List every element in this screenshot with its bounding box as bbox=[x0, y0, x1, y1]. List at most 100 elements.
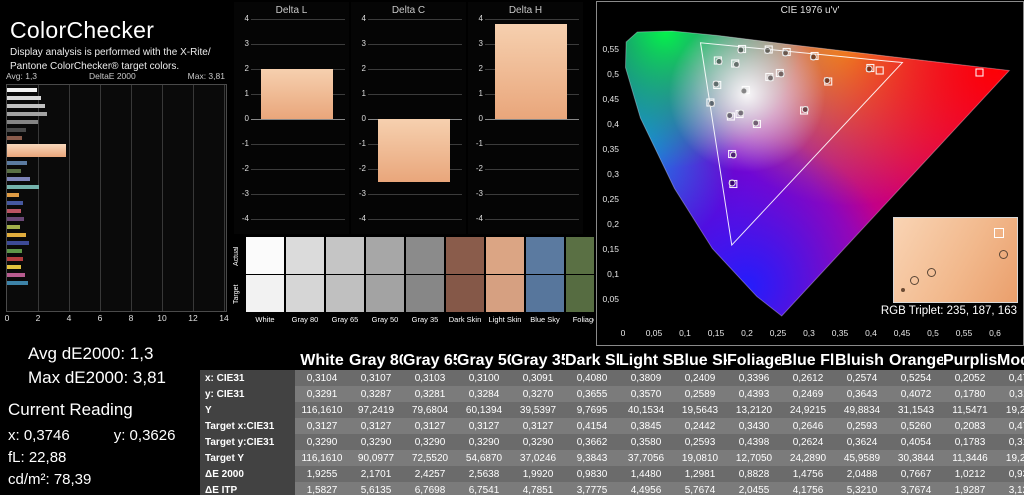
patch-actual-swatch bbox=[446, 237, 484, 274]
actual-row-label: Actual bbox=[233, 239, 245, 274]
deltae-max-label: Max: 3,81 bbox=[188, 71, 225, 81]
fl-readout: fL: 22,88 bbox=[8, 449, 66, 466]
table-cell: 0,3662 bbox=[565, 434, 619, 450]
column-header: Blue Flower bbox=[781, 352, 835, 370]
y-tick-label: -1 bbox=[469, 139, 483, 148]
patch-columns: WhiteGray 80Gray 65Gray 50Gray 35Dark Sk… bbox=[246, 237, 594, 330]
table-cell: 0,2052 bbox=[943, 370, 997, 386]
table-cell: 45,9589 bbox=[835, 450, 889, 466]
svg-text:0,2: 0,2 bbox=[607, 219, 619, 229]
table-cell: 0,4393 bbox=[727, 386, 781, 402]
deltae-bar-gray-80 bbox=[7, 96, 41, 100]
table-cell: 0,3291 bbox=[295, 386, 349, 402]
table-cell: 0,3643 bbox=[835, 386, 889, 402]
y-tick-label: 1 bbox=[235, 89, 249, 98]
column-header bbox=[200, 352, 295, 370]
patch-gray-80[interactable]: Gray 80 bbox=[286, 237, 324, 330]
delta-h-plot: 43210-1-2-3-4 bbox=[485, 19, 579, 220]
swatch-strip: Actual Target WhiteGray 80Gray 65Gray 50… bbox=[233, 237, 594, 330]
table-cell: 24,9215 bbox=[781, 402, 835, 418]
table-cell: 0,2574 bbox=[835, 370, 889, 386]
inset-measurement-ring bbox=[999, 250, 1008, 259]
svg-text:0,35: 0,35 bbox=[602, 144, 619, 154]
table-cell: 5,7674 bbox=[673, 482, 727, 495]
patch-label: Gray 35 bbox=[406, 312, 444, 324]
svg-text:0,05: 0,05 bbox=[646, 328, 663, 338]
y-tick-label: 0 bbox=[469, 114, 483, 123]
table-cell: 19,2715 bbox=[997, 402, 1024, 418]
y-tick-label: 4 bbox=[352, 14, 366, 23]
table-cell: 0,2593 bbox=[673, 434, 727, 450]
inset-measurement-dot bbox=[901, 288, 905, 292]
table-cell: 0,4398 bbox=[727, 434, 781, 450]
table-cell: 37,7056 bbox=[619, 450, 673, 466]
deltae-bar-gray-65 bbox=[7, 104, 45, 108]
deltae-avg-label: Avg: 1,3 bbox=[6, 71, 37, 81]
y-tick-label: -2 bbox=[352, 164, 366, 173]
table-cell: 0,3270 bbox=[511, 386, 565, 402]
deltae-x-axis: 02468101214 bbox=[6, 313, 225, 325]
x-tick-label: 14 bbox=[219, 313, 228, 323]
deltae-bar-red bbox=[7, 257, 23, 261]
patch-white[interactable]: White bbox=[246, 237, 284, 330]
table-cell: 0,9300 bbox=[997, 466, 1024, 482]
deltae-bar-black bbox=[7, 128, 26, 132]
table-cell: 3,1200 bbox=[997, 482, 1024, 495]
patch-actual-swatch bbox=[566, 237, 594, 274]
patch-gray-65[interactable]: Gray 65 bbox=[326, 237, 364, 330]
deltae-bar-blue bbox=[7, 241, 29, 245]
table-cell: 9,7695 bbox=[565, 402, 619, 418]
x-tick-label: 12 bbox=[188, 313, 197, 323]
page-title: ColorChecker bbox=[10, 17, 154, 44]
table-cell: 2,5638 bbox=[457, 466, 511, 482]
svg-text:0,55: 0,55 bbox=[602, 44, 619, 54]
deltae-bar-purple bbox=[7, 217, 24, 221]
gridline bbox=[485, 144, 579, 145]
svg-text:0,25: 0,25 bbox=[602, 194, 619, 204]
table-cell: 1,4756 bbox=[781, 466, 835, 482]
table-cell: 1,2981 bbox=[673, 466, 727, 482]
table-cell: 0,3110 bbox=[997, 386, 1024, 402]
table-cell: 0,2646 bbox=[781, 418, 835, 434]
table-cell: 30,3844 bbox=[889, 450, 943, 466]
patch-blue-sky[interactable]: Blue Sky bbox=[526, 237, 564, 330]
patch-foliage[interactable]: Foliage bbox=[566, 237, 594, 330]
y-tick-label: -1 bbox=[352, 139, 366, 148]
column-header: Dark Skin bbox=[565, 352, 619, 370]
svg-text:0,45: 0,45 bbox=[602, 94, 619, 104]
row-label: ΔE 2000 bbox=[200, 466, 295, 482]
y-tick-label: 1 bbox=[352, 89, 366, 98]
table-cell: 0,3100 bbox=[457, 370, 511, 386]
patch-gray-35[interactable]: Gray 35 bbox=[406, 237, 444, 330]
patch-light-skin[interactable]: Light Skin bbox=[486, 237, 524, 330]
y-tick-label: -3 bbox=[469, 189, 483, 198]
table-cell: 0,2624 bbox=[781, 434, 835, 450]
cie-title: CIE 1976 u'v' bbox=[597, 5, 1023, 16]
table-cell: 3,7775 bbox=[565, 482, 619, 495]
table-cell: 5,6135 bbox=[349, 482, 403, 495]
gridline bbox=[251, 119, 345, 120]
y-tick-label: -3 bbox=[352, 189, 366, 198]
table-cell: 4,4956 bbox=[619, 482, 673, 495]
table-cell: 9,3843 bbox=[565, 450, 619, 466]
x-readout: x: 0,3746 bbox=[8, 427, 70, 444]
column-header: Blue Sky bbox=[673, 352, 727, 370]
deltae-bar-foliage bbox=[7, 169, 21, 173]
table-cell: 0,3127 bbox=[349, 418, 403, 434]
table-cell: 1,9255 bbox=[295, 466, 349, 482]
y-tick-label: 3 bbox=[235, 39, 249, 48]
patch-target-swatch bbox=[326, 275, 364, 312]
row-label: y: CIE31 bbox=[200, 386, 295, 402]
table-row: ΔE 20001,92552,17012,42572,56381,99200,9… bbox=[200, 466, 1024, 482]
table-cell: 0,2589 bbox=[673, 386, 727, 402]
table-cell: 0,3281 bbox=[403, 386, 457, 402]
table-cell: 90,0977 bbox=[349, 450, 403, 466]
patch-target-swatch bbox=[286, 275, 324, 312]
y-tick-label: -4 bbox=[352, 214, 366, 223]
patch-dark-skin[interactable]: Dark Skin bbox=[446, 237, 484, 330]
table-cell: 1,5827 bbox=[295, 482, 349, 495]
patch-gray-50[interactable]: Gray 50 bbox=[366, 237, 404, 330]
column-header: Bluish Green bbox=[835, 352, 889, 370]
svg-text:0,3: 0,3 bbox=[803, 328, 815, 338]
table-row: y: CIE310,32910,32870,32810,32840,32700,… bbox=[200, 386, 1024, 402]
